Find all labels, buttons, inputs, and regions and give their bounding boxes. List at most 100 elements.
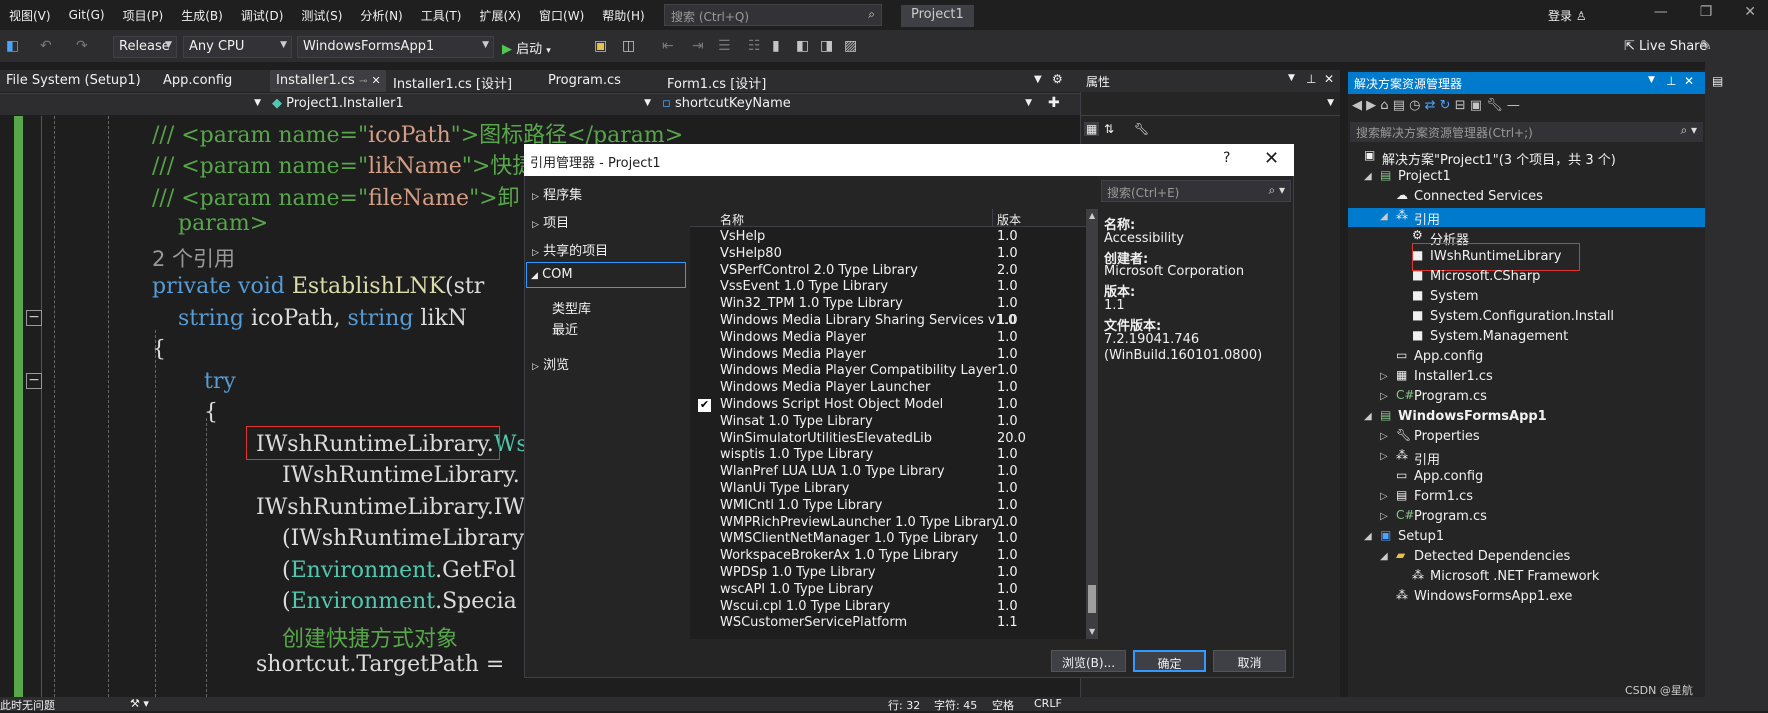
list-item[interactable]: wisptis 1.0 Type Library 1.0	[690, 447, 1090, 464]
tree-item-app-config[interactable]: ▭ App.config	[1348, 348, 1705, 367]
dialog-search-input[interactable]: 搜索(Ctrl+E) ⌕ ▾	[1101, 180, 1291, 202]
nav-project-select[interactable]: ▼	[0, 94, 265, 114]
menu-extensions[interactable]: 扩展(X)	[470, 7, 530, 24]
restore-icon[interactable]: ❐	[1700, 4, 1713, 20]
list-item[interactable]: WMSClientNetManager 1.0 Type Library 1.0	[690, 531, 1090, 548]
bookmark-icon[interactable]: ▮	[772, 38, 780, 54]
ok-button[interactable]: 确定	[1133, 650, 1206, 672]
menu-help[interactable]: 帮助(H)	[593, 7, 653, 24]
minimize-icon[interactable]: —	[1654, 4, 1668, 20]
column-divider[interactable]	[992, 209, 993, 227]
tab-file-system-setup1[interactable]: File System (Setup1)	[0, 70, 147, 92]
list-item[interactable]: Windows Media Player 1.0	[690, 347, 1090, 364]
checkbox-checked[interactable]: ✔	[698, 399, 711, 412]
menu-git[interactable]: Git(G)	[60, 8, 114, 22]
startup-project-select[interactable]: WindowsFormsApp1 ▼	[297, 36, 494, 58]
list-item[interactable]: VsHelp80 1.0	[690, 246, 1090, 263]
menu-tools[interactable]: 工具(T)	[412, 7, 471, 24]
comment-icon[interactable]: ☰	[718, 38, 731, 54]
expanded-icon[interactable]: ◢	[1364, 411, 1372, 422]
tree-item-windowsformsapp1-exe[interactable]: ⁂ WindowsFormsApp1.exe	[1348, 588, 1705, 607]
login-button[interactable]: 登录 ♙	[1548, 7, 1587, 24]
eol-status[interactable]: CRLF	[1034, 697, 1062, 710]
undo-icon[interactable]: ↶	[40, 38, 52, 54]
close-icon[interactable]: ✕	[1684, 74, 1694, 88]
settings-icon[interactable]: ⚙	[1052, 72, 1063, 86]
menu-analyze[interactable]: 分析(N)	[351, 7, 411, 24]
pin-icon[interactable]: ⊸	[359, 76, 367, 87]
list-item[interactable]: WMPRichPreviewLauncher 1.0 Type Library 1…	[690, 515, 1090, 532]
properties-icon[interactable]: 🔧︎	[1486, 98, 1503, 113]
tree-item-microsoft-csharp[interactable]: ■ Microsoft.CSharp	[1348, 268, 1705, 287]
live-share-button[interactable]: ⇱ Live Share	[1624, 39, 1707, 54]
nav-browse[interactable]: ▷ 浏览	[528, 350, 683, 374]
forward-icon[interactable]: ▶	[1366, 98, 1376, 113]
dropdown-icon[interactable]: ▼	[1288, 73, 1295, 83]
uncomment-icon[interactable]: ☷	[748, 38, 761, 54]
outdent-icon[interactable]: ⇥	[692, 38, 704, 54]
split-icon[interactable]: ✚	[1048, 95, 1060, 111]
preview-icon[interactable]: —	[1507, 98, 1520, 113]
tree-item-detected-dependencies[interactable]: ◢ ▰ Detected Dependencies	[1348, 548, 1705, 567]
close-icon[interactable]: ✕	[1264, 148, 1279, 169]
close-tab-icon[interactable]: ✕	[371, 74, 380, 87]
tree-item-program-cs-2[interactable]: ▷ C# Program.cs	[1348, 508, 1705, 527]
show-all-files-icon[interactable]: ▣	[1470, 98, 1482, 113]
nav-shared-projects[interactable]: ▷ 共享的项目	[528, 236, 683, 260]
menu-view[interactable]: 视图(V)	[0, 7, 60, 24]
reference-count[interactable]: 2 个引用	[152, 243, 235, 273]
collapsed-icon[interactable]: ▷	[1380, 371, 1388, 382]
tree-item-system-management[interactable]: ■ System.Management	[1348, 328, 1705, 347]
tab-overflow-icon[interactable]: ▼	[1034, 74, 1042, 85]
list-item[interactable]: Wscui.cpl 1.0 Type Library 1.0	[690, 599, 1090, 616]
help-button[interactable]: ?	[1223, 150, 1230, 166]
properties-object-select[interactable]: ▼	[1080, 94, 1340, 116]
tree-item-system[interactable]: ■ System	[1348, 288, 1705, 307]
back-icon[interactable]: ◀	[1352, 98, 1362, 113]
list-item[interactable]: VssEvent 1.0 Type Library 1.0	[690, 279, 1090, 296]
redo-icon[interactable]: ↷	[76, 38, 88, 54]
solution-icon[interactable]: ◧	[6, 38, 19, 54]
wrench-icon[interactable]: 🔧︎	[1134, 122, 1149, 136]
tab-installer1-design[interactable]: Installer1.cs [设计]	[387, 70, 518, 92]
platform-select[interactable]: Any CPU ▼	[183, 36, 292, 58]
list-item[interactable]: WinSimulatorUtilitiesElevatedLib 20.0	[690, 431, 1090, 448]
scroll-up-icon[interactable]: ▲	[1089, 211, 1095, 220]
refresh-icon[interactable]: ↻	[1440, 98, 1451, 113]
bookmark-prev-icon[interactable]: ◧	[796, 38, 809, 54]
solution-search-input[interactable]: 搜索解决方案资源管理器(Ctrl+;) ⌕ ▾	[1350, 122, 1703, 142]
column-header-version[interactable]: 版本	[997, 211, 1021, 228]
list-item[interactable]: VSPerfControl 2.0 Type Library 2.0	[690, 263, 1090, 280]
nav-class-select[interactable]: ◆ Project1.Installer1 ▼	[268, 94, 655, 114]
list-item[interactable]: Windows Media Player Launcher 1.0	[690, 380, 1090, 397]
expanded-icon[interactable]: ◢	[1364, 531, 1372, 542]
tree-item-windowsformsapp1[interactable]: ◢ ▤ WindowsFormsApp1	[1348, 408, 1705, 427]
tab-app-config[interactable]: App.config	[157, 70, 238, 92]
collapsed-icon[interactable]: ▷	[1380, 491, 1388, 502]
pin-icon[interactable]: ⊥	[1306, 72, 1316, 86]
list-item[interactable]: WPDSp 1.0 Type Library 1.0	[690, 565, 1090, 582]
home-icon[interactable]: ⌂	[1380, 98, 1388, 113]
bookmark-next-icon[interactable]: ◨	[820, 38, 833, 54]
scroll-down-icon[interactable]: ▼	[1089, 627, 1095, 636]
list-item[interactable]: WlanUi Type Library 1.0	[690, 481, 1090, 498]
brush-icon[interactable]: ⚒ ▾	[130, 697, 149, 710]
collapse-icon[interactable]: −	[26, 373, 42, 389]
tree-item-connected-services[interactable]: ☁ Connected Services	[1348, 188, 1705, 207]
scrollbar-thumb[interactable]	[1088, 585, 1096, 613]
tab-program-cs[interactable]: Program.cs	[542, 70, 627, 92]
tree-item-references[interactable]: ◢ ⁂ 引用	[1348, 208, 1705, 228]
collapsed-icon[interactable]: ▷	[1380, 451, 1388, 462]
start-button[interactable]: ▶ 启动 ▾	[502, 38, 551, 57]
menu-test[interactable]: 测试(S)	[292, 7, 351, 24]
pin-icon[interactable]: ⊥	[1666, 74, 1676, 88]
tab-form1-design[interactable]: Form1.cs [设计]	[661, 70, 772, 92]
tree-item-program-cs[interactable]: ▷ C# Program.cs	[1348, 388, 1705, 407]
expanded-icon[interactable]: ◢	[1364, 171, 1372, 182]
list-item[interactable]: ✔ Windows Script Host Object Model 1.0	[690, 397, 1090, 414]
list-item[interactable]: WlanPref LUA LUA 1.0 Type Library 1.0	[690, 464, 1090, 481]
list-scrollbar[interactable]	[1086, 209, 1098, 639]
feedback-icon[interactable]: ✎	[1700, 38, 1712, 54]
tree-item-dotnet-framework[interactable]: ⁂ Microsoft .NET Framework	[1348, 568, 1705, 587]
close-icon[interactable]: ✕	[1324, 72, 1334, 86]
